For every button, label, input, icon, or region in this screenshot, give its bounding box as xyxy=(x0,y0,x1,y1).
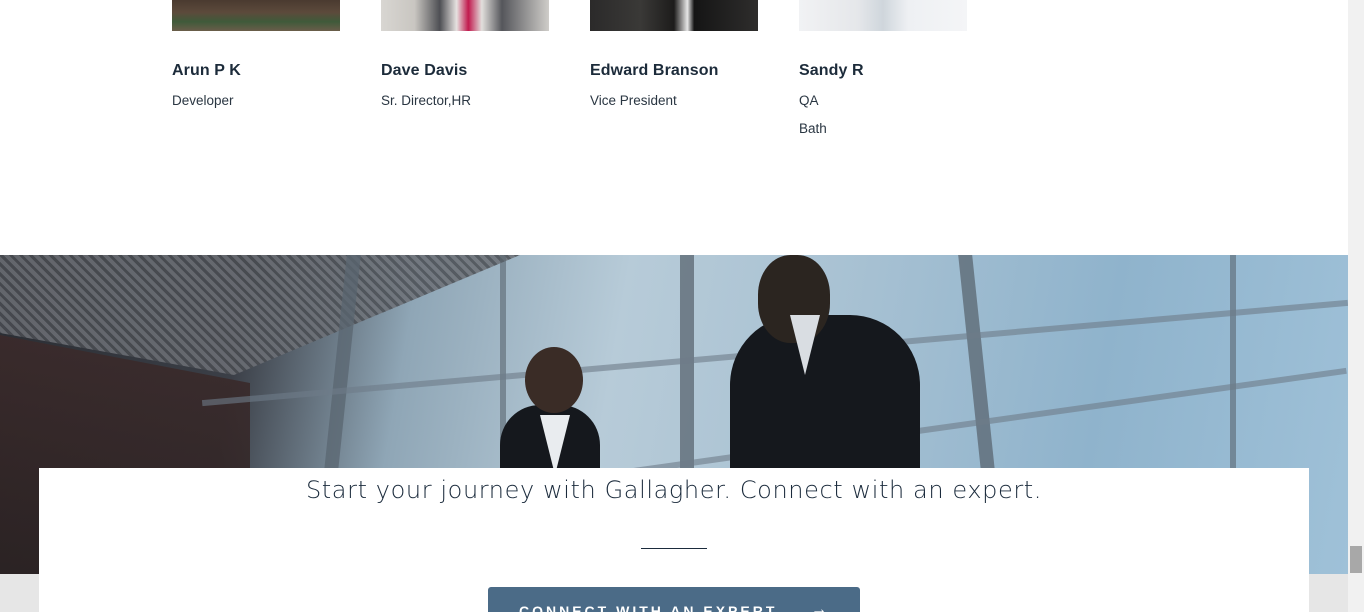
member-role: Developer xyxy=(172,93,234,108)
arrow-right-icon: → xyxy=(811,601,830,612)
member-photo[interactable] xyxy=(590,0,758,31)
cta-title: Start your journey with Gallagher. Conne… xyxy=(305,476,1043,504)
member-name[interactable]: Sandy R xyxy=(799,62,864,80)
vertical-scrollbar[interactable] xyxy=(1348,0,1364,612)
member-role: Sr. Director,HR xyxy=(381,93,472,108)
scrollbar-thumb[interactable] xyxy=(1350,546,1362,573)
team-member-card[interactable]: Edward Branson Vice President xyxy=(590,0,758,108)
member-name[interactable]: Arun P K xyxy=(172,62,241,80)
team-member-card[interactable]: Sandy R QA Bath xyxy=(799,0,967,136)
member-role: QA xyxy=(799,93,819,108)
member-role: Vice President xyxy=(590,93,677,108)
member-photo[interactable] xyxy=(172,0,340,31)
member-photo[interactable] xyxy=(799,0,967,31)
team-member-card[interactable]: Dave Davis Sr. Director,HR xyxy=(381,0,549,108)
connect-with-expert-button[interactable]: CONNECT WITH AN EXPERT → xyxy=(488,587,860,612)
member-photo[interactable] xyxy=(381,0,549,31)
hero-person-left-head xyxy=(525,347,583,413)
member-location: Bath xyxy=(799,121,827,136)
cta-divider xyxy=(641,548,707,549)
team-member-card[interactable]: Arun P K Developer xyxy=(172,0,340,108)
member-name[interactable]: Edward Branson xyxy=(590,62,719,80)
page: Arun P K Developer Dave Davis Sr. Direct… xyxy=(0,0,1348,612)
cta-card: Start your journey with Gallagher. Conne… xyxy=(39,468,1309,612)
team-section: Arun P K Developer Dave Davis Sr. Direct… xyxy=(0,0,1348,255)
cta-button-label: CONNECT WITH AN EXPERT xyxy=(519,603,778,612)
member-name[interactable]: Dave Davis xyxy=(381,62,467,80)
